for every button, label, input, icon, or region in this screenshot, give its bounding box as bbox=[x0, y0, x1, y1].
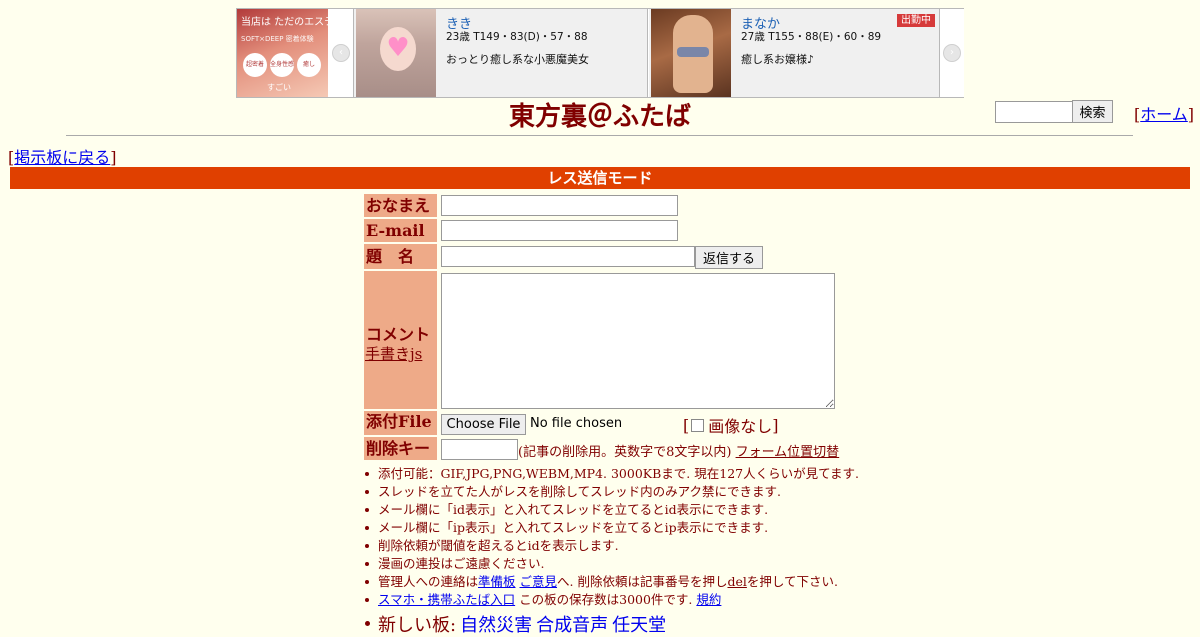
list-item: 添付可能：GIF,JPG,PNG,WEBM,MP4. 3000KBまで. 現在1… bbox=[364, 465, 859, 483]
comment-label-cell: コメント 手書きjs bbox=[364, 271, 437, 409]
feedback-link[interactable]: ご意見 bbox=[520, 574, 558, 589]
notes-list: 添付可能：GIF,JPG,PNG,WEBM,MP4. 3000KBまで. 現在1… bbox=[364, 465, 859, 609]
list-item: 削除依頼が閾値を超えるとidを表示します. bbox=[364, 537, 859, 555]
board-link[interactable]: 自然災害 bbox=[460, 615, 532, 636]
list-item: スマホ・携帯ふたば入口 この板の保存数は3000件です. 規約 bbox=[364, 591, 859, 609]
delete-key-field[interactable] bbox=[441, 439, 518, 460]
list-item: 漫画の連投はご遠慮ください. bbox=[364, 555, 859, 573]
reply-submit-button[interactable]: 返信する bbox=[695, 246, 763, 269]
delete-key-hint: (記事の削除用。英数字で8文字以内) bbox=[518, 445, 732, 460]
del-link[interactable]: del bbox=[727, 574, 746, 589]
junbi-board-link[interactable]: 準備板 bbox=[478, 574, 516, 589]
divider bbox=[66, 135, 1133, 136]
bracket-close: ] bbox=[1187, 105, 1195, 124]
note-text: へ. 削除依頼は記事番号を押し bbox=[557, 574, 728, 589]
ad-promo-line1: 当店は ただのエステじゃありません bbox=[241, 17, 328, 28]
reply-mode-bar: レス送信モード bbox=[10, 167, 1190, 189]
bracket-close: ] bbox=[110, 148, 117, 167]
file-label: 添付File bbox=[364, 411, 437, 435]
rules-link[interactable]: 規約 bbox=[696, 592, 721, 607]
ad-card-photo bbox=[651, 9, 731, 97]
note-text: を押して下さい. bbox=[746, 574, 838, 589]
ad-promo-line2: SOFT×DEEP 密着体験 bbox=[241, 35, 314, 43]
email-label: E-mail bbox=[364, 219, 437, 242]
ad-promo-line3: すごい bbox=[267, 83, 291, 92]
list-item: メール欄に「ip表示」と入れてスレッドを立てるとip表示にできます. bbox=[364, 519, 859, 537]
list-item: スレッドを立てた人がレスを削除してスレッド内のみアク禁にできます. bbox=[364, 483, 859, 501]
email-field[interactable] bbox=[441, 220, 678, 241]
back-link-wrapper: [掲示板に戻る] bbox=[8, 144, 117, 168]
ad-card-stats: 27歳 T155・88(E)・60・89 bbox=[741, 31, 882, 43]
delete-key-note: (記事の削除用。英数字で8文字以内) フォーム位置切替 bbox=[518, 441, 839, 460]
comment-textarea[interactable] bbox=[441, 273, 835, 409]
ad-card-desc: 癒し系お嬢様♪ bbox=[741, 53, 815, 66]
ad-card[interactable]: まなか 出勤中 27歳 T155・88(E)・60・89 癒し系お嬢様♪ bbox=[649, 9, 942, 97]
name-label: おなまえ bbox=[364, 194, 437, 217]
ad-next-button[interactable]: › bbox=[939, 9, 964, 97]
file-status: No file chosen bbox=[530, 416, 623, 431]
chevron-left-icon: ‹ bbox=[332, 44, 350, 62]
ad-promo-badge1: 超密着 bbox=[243, 53, 267, 77]
no-image-label[interactable]: 画像なし bbox=[708, 413, 772, 437]
ad-promo-image[interactable]: 当店は ただのエステじゃありません SOFT×DEEP 密着体験 超密着 全身性… bbox=[237, 9, 328, 97]
bracket-open: [ bbox=[683, 415, 690, 435]
no-image-checkbox[interactable] bbox=[691, 418, 705, 432]
subject-field[interactable] bbox=[441, 246, 695, 267]
ad-promo-badge2: 全身性感 bbox=[270, 53, 294, 77]
list-item: 管理人への連絡は準備板 ご意見へ. 削除依頼は記事番号を押しdelを押して下さい… bbox=[364, 573, 859, 591]
note-text: この板の保存数は3000件です. bbox=[515, 592, 697, 607]
search-input[interactable] bbox=[995, 101, 1075, 123]
board-link[interactable]: 任天堂 bbox=[612, 615, 666, 636]
name-field[interactable] bbox=[441, 195, 678, 216]
status-badge: 出勤中 bbox=[897, 14, 935, 27]
note-text: 管理人への連絡は bbox=[378, 574, 479, 589]
list-item: メール欄に「id表示」と入れてスレッドを立てるとid表示にできます. bbox=[364, 501, 859, 519]
subject-label: 題 名 bbox=[364, 244, 437, 269]
new-boards-prefix: 新しい板: bbox=[378, 615, 457, 636]
ad-card-desc: おっとり癒し系な小悪魔美女 bbox=[446, 53, 589, 66]
ad-prev-button[interactable]: ‹ bbox=[329, 9, 354, 97]
no-image-option: [ 画像なし ] bbox=[683, 413, 779, 437]
heart-icon: ♥ bbox=[386, 33, 410, 63]
home-link[interactable]: ホーム bbox=[1140, 105, 1188, 124]
comment-label: コメント bbox=[366, 325, 431, 344]
mobile-futaba-link[interactable]: スマホ・携帯ふたば入口 bbox=[378, 592, 515, 607]
home-link-wrapper: [ホーム] bbox=[1134, 101, 1194, 125]
handwrite-js-link[interactable]: 手書きjs bbox=[365, 343, 422, 364]
search-button[interactable]: 検索 bbox=[1072, 100, 1113, 123]
ad-card[interactable]: ♥ きき 23歳 T149・83(D)・57・88 おっとり癒し系な小悪魔美女 bbox=[354, 9, 648, 97]
choose-file-button[interactable]: Choose File bbox=[441, 414, 526, 435]
ad-card-photo: ♥ bbox=[356, 9, 436, 97]
photo-detail bbox=[677, 47, 709, 57]
ad-card-stats: 23歳 T149・83(D)・57・88 bbox=[446, 31, 588, 43]
chevron-right-icon: › bbox=[943, 44, 961, 62]
ad-promo-badge3: 癒し bbox=[297, 53, 321, 77]
delete-key-label: 削除キー bbox=[364, 437, 437, 460]
back-to-board-link[interactable]: 掲示板に戻る bbox=[14, 148, 110, 167]
bracket-close: ] bbox=[772, 415, 779, 435]
form-position-toggle-link[interactable]: フォーム位置切替 bbox=[736, 445, 840, 460]
new-boards-line: 新しい板: 自然災害 合成音声 任天堂 bbox=[364, 611, 666, 637]
board-link[interactable]: 合成音声 bbox=[536, 615, 608, 636]
ad-banner: 当店は ただのエステじゃありません SOFT×DEEP 密着体験 超密着 全身性… bbox=[236, 8, 964, 98]
